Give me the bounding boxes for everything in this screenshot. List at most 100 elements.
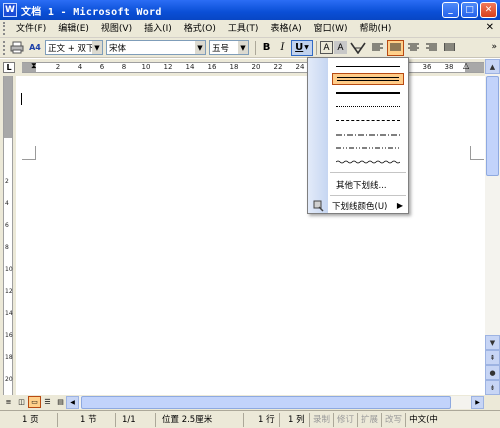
normal-view-icon[interactable]: ≡ bbox=[2, 396, 15, 408]
print-view-icon[interactable]: ▭ bbox=[28, 396, 41, 408]
vertical-scrollbar[interactable]: ▲ ▼ ⇞ ● ⇟ bbox=[485, 59, 500, 395]
menu-format[interactable]: 格式(O) bbox=[178, 21, 222, 37]
align-left-button[interactable] bbox=[369, 40, 386, 56]
toolbar-separator bbox=[255, 40, 256, 55]
ruler-number: 16 bbox=[207, 63, 217, 71]
char-border-button[interactable]: A bbox=[320, 41, 333, 54]
distributed-align-button[interactable] bbox=[441, 40, 458, 56]
underline-color-item[interactable]: 下划线颜色(U) bbox=[332, 200, 387, 212]
next-page-button[interactable]: ⇟ bbox=[485, 380, 500, 395]
underline-color-icon bbox=[311, 199, 325, 213]
outline-view-icon[interactable]: ☰ bbox=[41, 396, 54, 408]
print-icon[interactable] bbox=[9, 40, 25, 56]
vertical-scroll-thumb[interactable] bbox=[486, 76, 499, 176]
right-indent-marker-icon[interactable]: △ bbox=[463, 61, 471, 74]
minimize-button[interactable]: _ bbox=[442, 2, 459, 18]
close-document-icon[interactable]: ✕ bbox=[486, 22, 494, 33]
bold-button[interactable]: B bbox=[259, 40, 274, 55]
status-record[interactable]: 录制 bbox=[310, 412, 335, 427]
menu-view[interactable]: 视图(V) bbox=[95, 21, 138, 37]
title-bar: W 文档 1 - Microsoft Word _ □ ✕ bbox=[0, 0, 500, 20]
menu-edit[interactable]: 编辑(E) bbox=[52, 21, 95, 37]
underline-option-dash-dot-dot[interactable] bbox=[332, 142, 404, 154]
underline-option-dotted[interactable] bbox=[332, 101, 404, 113]
toolbar-grip-handle[interactable] bbox=[3, 40, 7, 55]
menu-window[interactable]: 窗口(W) bbox=[308, 21, 354, 37]
italic-button[interactable]: I bbox=[275, 40, 290, 55]
style-combo[interactable]: 正文 + 双下 ▼ bbox=[45, 40, 103, 55]
underline-option-thick[interactable] bbox=[332, 87, 404, 99]
underline-option-double[interactable] bbox=[332, 73, 404, 85]
chevron-down-icon[interactable]: ▼ bbox=[195, 41, 205, 54]
underline-label: U bbox=[295, 42, 304, 53]
menu-grip-handle[interactable] bbox=[3, 22, 7, 35]
menu-table[interactable]: 表格(A) bbox=[264, 21, 307, 37]
status-track-changes[interactable]: 修订 bbox=[334, 412, 359, 427]
status-overtype[interactable]: 改写 bbox=[382, 412, 407, 427]
status-page: 1 页 bbox=[0, 412, 58, 427]
indent-marker-icon[interactable]: ⧗ bbox=[31, 61, 39, 74]
status-page-of: 1/1 bbox=[116, 412, 156, 427]
close-button[interactable]: ✕ bbox=[480, 2, 497, 18]
align-justify-button[interactable] bbox=[387, 39, 404, 56]
line-sample bbox=[336, 106, 400, 107]
dropdown-separator bbox=[330, 172, 406, 173]
align-right-button[interactable] bbox=[423, 40, 440, 56]
underline-option-single[interactable] bbox=[332, 61, 404, 73]
toolbar-options-icon[interactable]: » bbox=[491, 42, 497, 52]
ruler-number: 8 bbox=[121, 63, 127, 71]
font-combo[interactable]: 宋体 ▼ bbox=[106, 40, 206, 55]
chevron-down-icon[interactable]: ▼ bbox=[238, 41, 248, 54]
align-center-button[interactable] bbox=[405, 40, 422, 56]
char-scaling-icon[interactable] bbox=[348, 40, 368, 55]
vruler-number: 6 bbox=[5, 222, 9, 229]
vruler-number: 12 bbox=[5, 288, 13, 295]
chevron-down-icon[interactable]: ▼ bbox=[92, 41, 102, 54]
char-shading-button[interactable]: A bbox=[334, 41, 347, 54]
prev-page-button[interactable]: ⇞ bbox=[485, 350, 500, 365]
scroll-left-button[interactable]: ◀ bbox=[66, 396, 79, 409]
ruler-number: 18 bbox=[229, 63, 239, 71]
horizontal-ruler-area: L ⧗ 2 4 6 8 10 12 14 16 18 20 22 24 36 3… bbox=[0, 59, 500, 76]
underline-button[interactable]: U ▼ bbox=[291, 39, 313, 56]
menu-file[interactable]: 文件(F) bbox=[10, 21, 52, 37]
vertical-ruler-area: 2 4 6 8 10 12 14 16 18 20 bbox=[0, 76, 16, 395]
chevron-down-icon[interactable]: ▼ bbox=[304, 44, 309, 51]
menu-help[interactable]: 帮助(H) bbox=[354, 21, 398, 37]
line-sample bbox=[336, 147, 400, 149]
browse-object-button[interactable]: ● bbox=[485, 365, 500, 380]
menu-insert[interactable]: 插入(I) bbox=[138, 21, 178, 37]
horizontal-ruler[interactable]: ⧗ 2 4 6 8 10 12 14 16 18 20 22 24 36 38 … bbox=[22, 61, 484, 74]
vruler-number: 14 bbox=[5, 310, 13, 317]
tab-selector[interactable]: L bbox=[3, 62, 15, 73]
vruler-number: 20 bbox=[5, 376, 13, 383]
ruler-number: 14 bbox=[185, 63, 195, 71]
ruler-number: 4 bbox=[77, 63, 83, 71]
font-size-combo[interactable]: 五号 ▼ bbox=[209, 40, 249, 55]
underline-option-wave[interactable] bbox=[332, 156, 404, 168]
scroll-right-button[interactable]: ▶ bbox=[471, 396, 484, 409]
underline-option-dash-dot[interactable] bbox=[332, 129, 404, 141]
view-and-hscroll-row: ≡ ◫ ▭ ☰ ▤ ◀ ▶ bbox=[0, 395, 500, 410]
word-app-icon[interactable]: W bbox=[3, 3, 17, 17]
document-page[interactable] bbox=[16, 76, 485, 395]
font-size-value: 五号 bbox=[212, 43, 230, 54]
maximize-button[interactable]: □ bbox=[461, 2, 478, 18]
vruler-top-margin bbox=[4, 76, 12, 138]
more-underlines-item[interactable]: 其他下划线... bbox=[336, 179, 387, 191]
scroll-up-button[interactable]: ▲ bbox=[485, 59, 500, 74]
crop-mark-right bbox=[470, 146, 484, 160]
underline-style-dropdown: 其他下划线... 下划线颜色(U) ▶ bbox=[307, 57, 409, 214]
styles-formatting-icon[interactable]: A4 bbox=[26, 40, 44, 56]
vertical-ruler[interactable]: 2 4 6 8 10 12 14 16 18 20 bbox=[3, 76, 13, 395]
horizontal-scrollbar[interactable]: ◀ ▶ bbox=[66, 396, 484, 409]
dropdown-icon-strip bbox=[308, 58, 328, 213]
status-extend[interactable]: 扩展 bbox=[358, 412, 383, 427]
web-view-icon[interactable]: ◫ bbox=[15, 396, 28, 408]
scroll-down-button[interactable]: ▼ bbox=[485, 335, 500, 350]
menu-tools[interactable]: 工具(T) bbox=[222, 21, 265, 37]
ruler-number: 24 bbox=[295, 63, 305, 71]
horizontal-scroll-thumb[interactable] bbox=[81, 396, 451, 409]
underline-option-dashed[interactable] bbox=[332, 115, 404, 127]
submenu-arrow-icon: ▶ bbox=[396, 201, 403, 210]
